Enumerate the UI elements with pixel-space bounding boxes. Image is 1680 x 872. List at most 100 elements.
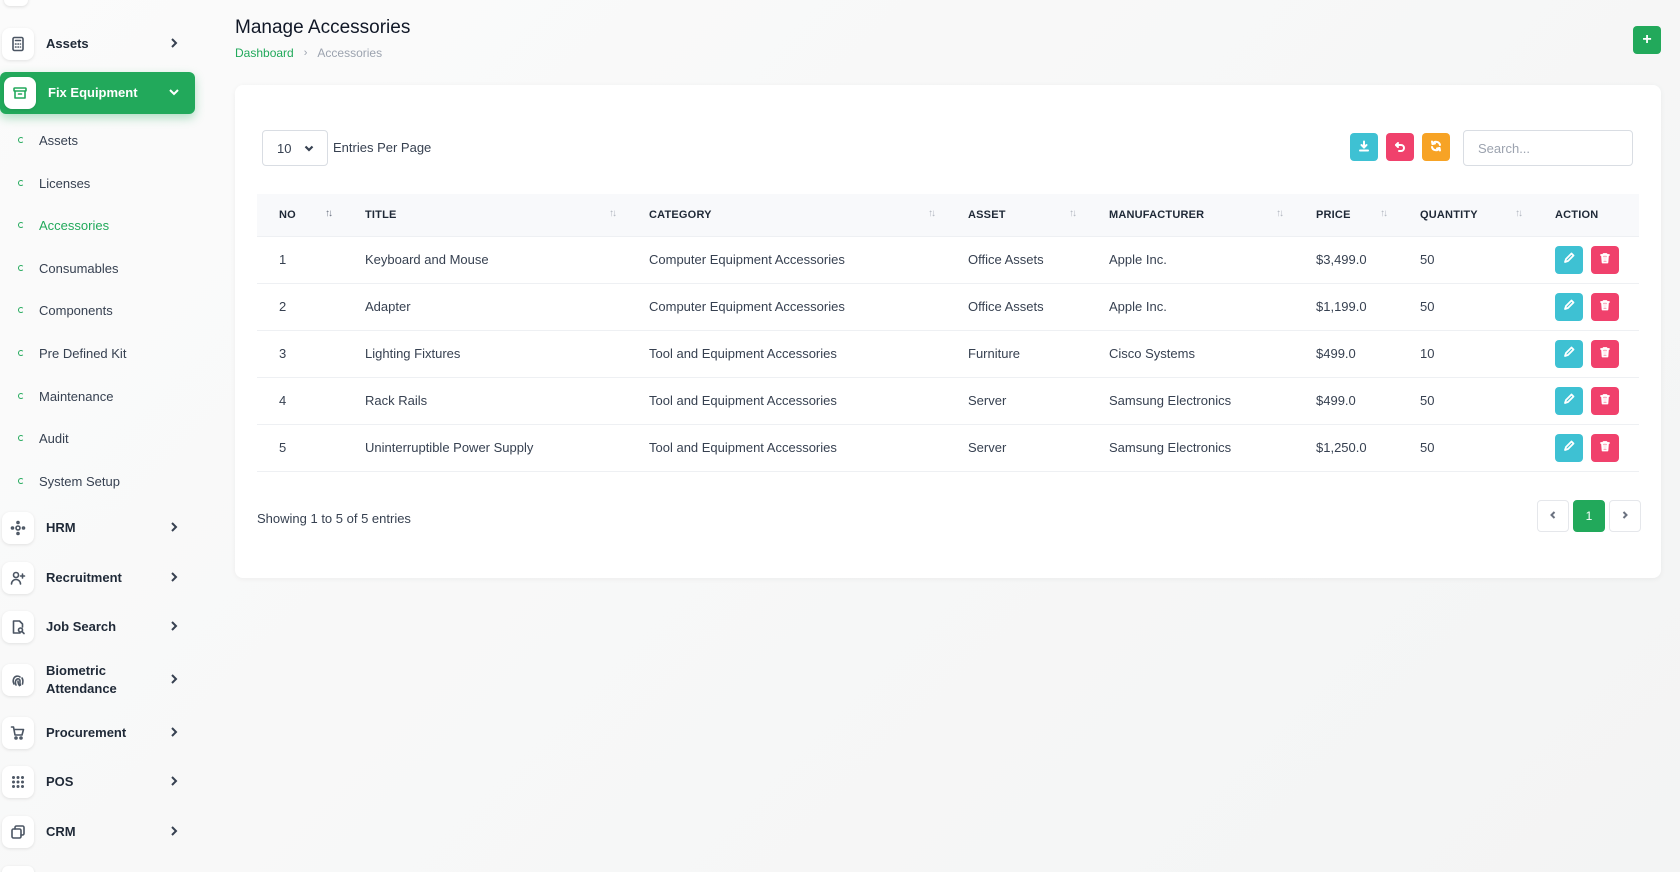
edit-button[interactable]	[1555, 245, 1583, 274]
sidebar-subitem-audit[interactable]: Audit	[0, 423, 195, 453]
entries-per-page-label: Entries Per Page	[333, 140, 432, 155]
sidebar-item-fix-equipment[interactable]: Fix Equipment	[0, 72, 195, 114]
export-button[interactable]	[1350, 133, 1378, 161]
sidebar-item-hrm[interactable]: HRM	[0, 507, 195, 549]
sort-icon: ↑↓	[1276, 208, 1284, 219]
entries-per-page-value: 10	[277, 140, 292, 156]
cell-quantity: 50	[1398, 424, 1533, 472]
sidebar-subitem-label: Maintenance	[39, 388, 114, 404]
sidebar-subitem-consumables[interactable]: Consumables	[0, 253, 195, 283]
sidebar-subitem-label: Licenses	[39, 175, 91, 191]
search-input[interactable]	[1463, 130, 1633, 166]
cell-no: 2	[257, 283, 343, 331]
sidebar-item-procurement[interactable]: Procurement	[0, 712, 195, 754]
edit-button[interactable]	[1555, 292, 1583, 321]
delete-button[interactable]	[1591, 339, 1619, 368]
cell-quantity: 50	[1398, 283, 1533, 331]
table-row: 3 Lighting Fixtures Tool and Equipment A…	[257, 330, 1639, 378]
chevron-right-icon	[167, 774, 183, 790]
bullet-icon	[18, 393, 24, 399]
crm-icon	[2, 816, 34, 848]
add-accessory-button[interactable]: +	[1633, 26, 1661, 54]
column-header-price[interactable]: PRICE ↑↓	[1294, 194, 1398, 236]
undo-icon	[1394, 140, 1406, 155]
trash-icon	[1599, 299, 1611, 314]
cell-category: Tool and Equipment Accessories	[627, 424, 946, 472]
pencil-icon	[1563, 299, 1575, 314]
user-plus-icon	[2, 562, 34, 594]
cell-action	[1533, 424, 1639, 472]
cell-price: $1,250.0	[1294, 424, 1398, 472]
cell-asset: Office Assets	[946, 283, 1087, 331]
sidebar-subitem-licenses[interactable]: Licenses	[0, 168, 195, 198]
sidebar-subitem-accessories[interactable]: Accessories	[0, 210, 195, 240]
edit-button[interactable]	[1555, 433, 1583, 462]
page-title: Manage Accessories	[235, 17, 411, 38]
cell-asset: Office Assets	[946, 235, 1087, 284]
column-header-title[interactable]: TITLE ↑↓	[343, 194, 627, 236]
cell-category: Computer Equipment Accessories	[627, 235, 946, 284]
entries-per-page-select[interactable]: 10	[262, 130, 328, 166]
cell-quantity: 50	[1398, 377, 1533, 425]
sidebar-item-partial[interactable]	[2, 866, 34, 872]
sidebar-subitem-pre-defined-kit[interactable]: Pre Defined Kit	[0, 338, 195, 368]
pagination-page-button[interactable]: 1	[1573, 500, 1605, 532]
plus-icon: +	[1642, 31, 1652, 48]
sidebar-item-job-search[interactable]: Job Search	[0, 606, 195, 648]
sidebar-item-recruitment[interactable]: Recruitment	[0, 557, 195, 599]
table-header-row: NO ↑↓ TITLE ↑↓ CATEGORY ↑↓ ASSET ↑↓ MANUFACT…	[257, 194, 1639, 236]
table-row: 5 Uninterruptible Power Supply Tool and …	[257, 424, 1639, 472]
column-header-no[interactable]: NO ↑↓	[257, 194, 343, 236]
cell-title: Keyboard and Mouse	[343, 235, 627, 284]
cell-action	[1533, 330, 1639, 378]
trash-icon	[1599, 440, 1611, 455]
column-header-category[interactable]: CATEGORY ↑↓	[627, 194, 946, 236]
pagination-prev-button[interactable]	[1537, 500, 1569, 532]
column-header-action: ACTION	[1555, 208, 1599, 221]
edit-button[interactable]	[1555, 386, 1583, 415]
pagination-next-button[interactable]	[1609, 500, 1641, 532]
sort-icon: ↑↓	[1380, 208, 1388, 219]
sidebar: Assets Fix Equipment Assets Licenses Acc…	[0, 0, 205, 872]
cart-icon	[2, 717, 34, 749]
chevron-right-icon: ›	[303, 47, 308, 59]
job-search-icon	[2, 611, 34, 643]
sidebar-item-pos[interactable]: POS	[0, 761, 195, 803]
sidebar-subitem-system-setup[interactable]: System Setup	[0, 466, 195, 496]
cell-category: Tool and Equipment Accessories	[627, 330, 946, 378]
cell-manufacturer: Apple Inc.	[1087, 283, 1294, 331]
sort-icon: ↑↓	[325, 208, 333, 219]
chevron-left-icon	[1548, 509, 1558, 523]
sidebar-item-assets[interactable]: Assets	[0, 23, 195, 65]
refresh-button[interactable]	[1422, 133, 1450, 161]
sidebar-subitem-maintenance[interactable]: Maintenance	[0, 381, 195, 411]
archive-box-icon	[4, 77, 36, 109]
pencil-icon	[1563, 440, 1575, 455]
delete-button[interactable]	[1591, 433, 1619, 462]
cell-manufacturer: Apple Inc.	[1087, 235, 1294, 284]
table-row: 2 Adapter Computer Equipment Accessories…	[257, 283, 1639, 331]
column-header-asset[interactable]: ASSET ↑↓	[946, 194, 1087, 236]
sidebar-subitem-components[interactable]: Components	[0, 295, 195, 325]
grid-dots-icon	[2, 766, 34, 798]
chevron-right-icon	[167, 725, 183, 741]
edit-button[interactable]	[1555, 339, 1583, 368]
delete-button[interactable]	[1591, 292, 1619, 321]
sidebar-item-biometric-attendance[interactable]: Biometric Attendance	[0, 659, 195, 701]
breadcrumb-dashboard-link[interactable]: Dashboard	[235, 46, 294, 60]
chevron-right-icon	[167, 36, 183, 52]
cell-quantity: 10	[1398, 330, 1533, 378]
column-header-quantity[interactable]: QUANTITY ↑↓	[1398, 194, 1533, 236]
delete-button[interactable]	[1591, 386, 1619, 415]
sidebar-item-partial[interactable]	[4, 0, 28, 6]
download-icon	[1358, 140, 1370, 155]
column-header-manufacturer[interactable]: MANUFACTURER ↑↓	[1087, 194, 1294, 236]
sort-icon: ↑↓	[1515, 208, 1523, 219]
bullet-icon	[18, 478, 24, 484]
sidebar-subitem-assets[interactable]: Assets	[0, 125, 195, 155]
undo-button[interactable]	[1386, 133, 1414, 161]
bullet-icon	[18, 222, 24, 228]
sidebar-item-crm[interactable]: CRM	[0, 811, 195, 853]
delete-button[interactable]	[1591, 245, 1619, 274]
bullet-icon	[18, 307, 24, 313]
